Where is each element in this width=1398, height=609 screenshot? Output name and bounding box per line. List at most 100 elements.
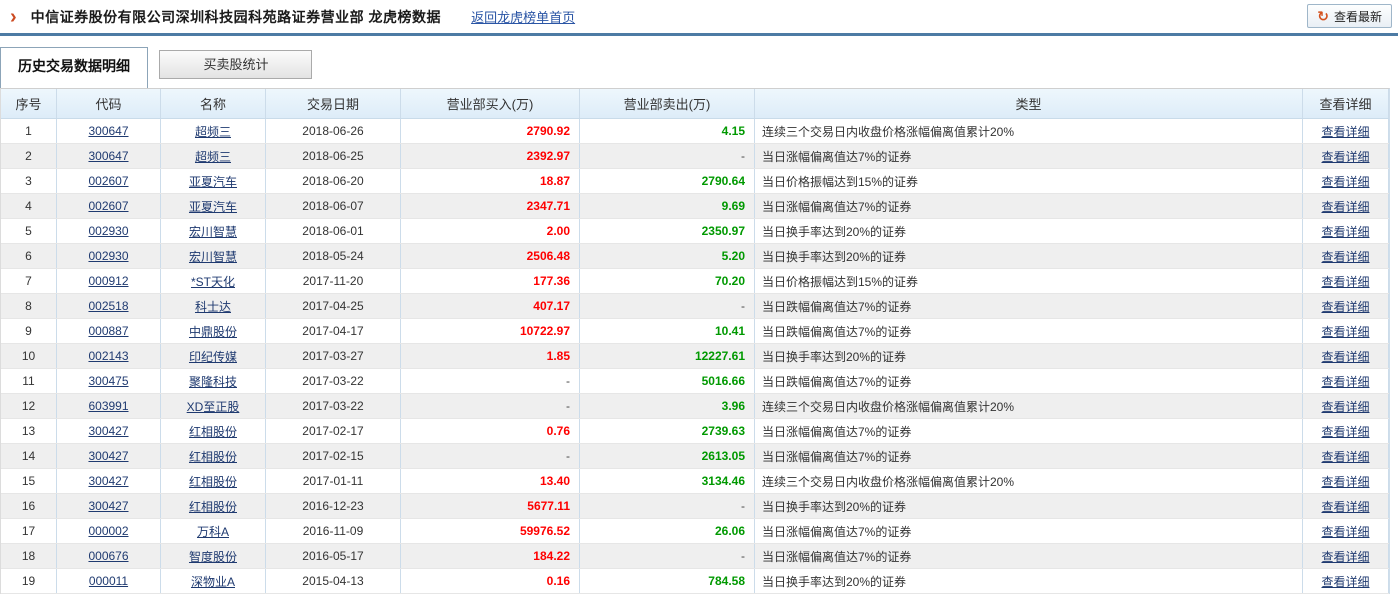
list-type: 连续三个交易日内收盘价格涨幅偏离值累计20% [755,119,1303,143]
trade-date: 2018-06-07 [266,194,401,218]
stock-code-link[interactable]: 002607 [88,199,128,213]
view-detail-link[interactable]: 查看详细 [1321,223,1369,240]
view-detail-link[interactable]: 查看详细 [1321,198,1369,215]
stock-name-link[interactable]: 聚隆科技 [189,373,237,390]
list-type: 当日换手率达到20%的证券 [755,344,1303,368]
list-type: 当日换手率达到20%的证券 [755,219,1303,243]
stock-name-link[interactable]: 智度股份 [189,548,237,565]
stock-name-link[interactable]: 印纪传媒 [189,348,237,365]
view-detail-link[interactable]: 查看详细 [1321,573,1369,590]
stock-name-link[interactable]: 红相股份 [189,448,237,465]
sell-amount: 12227.61 [580,344,755,368]
stock-name-link[interactable]: 宏川智慧 [189,248,237,265]
buy-amount: 407.17 [401,294,580,318]
view-detail-link[interactable]: 查看详细 [1321,448,1369,465]
sell-amount: 5.20 [580,244,755,268]
view-detail-link[interactable]: 查看详细 [1321,498,1369,515]
stock-name-link[interactable]: 科士达 [195,298,231,315]
stock-code-link[interactable]: 300427 [88,474,128,488]
stock-name-link[interactable]: 超频三 [195,148,231,165]
stock-code-link[interactable]: 002143 [88,349,128,363]
row-index: 8 [1,294,57,318]
tab-history-detail[interactable]: 历史交易数据明细 [0,47,148,88]
table-header-row: 序号 代码 名称 交易日期 营业部买入(万) 营业部卖出(万) 类型 查看详细 [1,89,1389,119]
stock-code-link[interactable]: 300427 [88,499,128,513]
stock-name-link[interactable]: 宏川智慧 [189,223,237,240]
view-detail-link[interactable]: 查看详细 [1321,473,1369,490]
sell-amount: 10.41 [580,319,755,343]
refresh-icon: ↻ [1317,9,1329,23]
stock-code-link[interactable]: 000002 [88,524,128,538]
trade-date: 2016-05-17 [266,544,401,568]
tab-trade-stats[interactable]: 买卖股统计 [159,50,312,79]
stock-code-link[interactable]: 000011 [89,574,128,588]
stock-code-link[interactable]: 603991 [88,399,128,413]
table-row: 1 300647 超频三 2018-06-26 2790.92 4.15 连续三… [1,119,1389,144]
list-type: 当日换手率达到20%的证券 [755,244,1303,268]
stock-code-link[interactable]: 002930 [88,224,128,238]
stock-name-link[interactable]: 红相股份 [189,473,237,490]
stock-name-link[interactable]: 超频三 [195,123,231,140]
stock-code-link[interactable]: 300475 [88,374,128,388]
stock-code-link[interactable]: 002607 [88,174,128,188]
view-detail-link[interactable]: 查看详细 [1321,273,1369,290]
view-detail-link[interactable]: 查看详细 [1321,298,1369,315]
view-detail-link[interactable]: 查看详细 [1321,148,1369,165]
buy-amount: 2.00 [401,219,580,243]
row-index: 7 [1,269,57,293]
table-row: 6 002930 宏川智慧 2018-05-24 2506.48 5.20 当日… [1,244,1389,269]
sell-amount: 2790.64 [580,169,755,193]
view-detail-link[interactable]: 查看详细 [1321,248,1369,265]
history-data-table: 序号 代码 名称 交易日期 营业部买入(万) 营业部卖出(万) 类型 查看详细 … [0,88,1390,594]
buy-amount: 13.40 [401,469,580,493]
stock-name-link[interactable]: XD至正股 [187,398,240,415]
table-row: 9 000887 中鼎股份 2017-04-17 10722.97 10.41 … [1,319,1389,344]
stock-code-link[interactable]: 000676 [88,549,128,563]
row-index: 15 [1,469,57,493]
stock-name-link[interactable]: 红相股份 [189,423,237,440]
view-detail-link[interactable]: 查看详细 [1321,548,1369,565]
sell-amount: - [580,294,755,318]
view-detail-link[interactable]: 查看详细 [1321,323,1369,340]
stock-code-link[interactable]: 300427 [88,449,128,463]
stock-name-link[interactable]: 深物业A [191,573,235,590]
stock-code-link[interactable]: 300427 [88,424,128,438]
sell-amount: 784.58 [580,569,755,593]
buy-amount: 2347.71 [401,194,580,218]
sell-amount: 2739.63 [580,419,755,443]
trade-date: 2017-03-22 [266,394,401,418]
stock-code-link[interactable]: 300647 [88,124,128,138]
stock-code-link[interactable]: 000912 [88,274,128,288]
stock-code-link[interactable]: 002930 [88,249,128,263]
stock-code-link[interactable]: 002518 [88,299,128,313]
back-to-list-home-link[interactable]: 返回龙虎榜单首页 [471,7,575,26]
stock-name-link[interactable]: 中鼎股份 [189,323,237,340]
stock-name-link[interactable]: 亚夏汽车 [189,173,237,190]
view-detail-link[interactable]: 查看详细 [1321,523,1369,540]
breadcrumb-arrow-icon: › [10,7,17,27]
sell-amount: 26.06 [580,519,755,543]
stock-name-link[interactable]: 红相股份 [189,498,237,515]
stock-name-link[interactable]: 亚夏汽车 [189,198,237,215]
row-index: 18 [1,544,57,568]
row-index: 16 [1,494,57,518]
stock-name-link[interactable]: *ST天化 [191,273,235,290]
list-type: 当日跌幅偏离值达7%的证券 [755,369,1303,393]
view-detail-link[interactable]: 查看详细 [1321,398,1369,415]
stock-code-link[interactable]: 000887 [88,324,128,338]
view-detail-link[interactable]: 查看详细 [1321,348,1369,365]
view-detail-link[interactable]: 查看详细 [1321,173,1369,190]
list-type: 当日涨幅偏离值达7%的证券 [755,519,1303,543]
stock-name-link[interactable]: 万科A [197,523,229,540]
view-detail-link[interactable]: 查看详细 [1321,423,1369,440]
col-header-type: 类型 [755,89,1303,118]
list-type: 当日涨幅偏离值达7%的证券 [755,194,1303,218]
stock-code-link[interactable]: 300647 [88,149,128,163]
buy-amount: - [401,369,580,393]
view-latest-button[interactable]: ↻ 查看最新 [1307,4,1392,28]
view-detail-link[interactable]: 查看详细 [1321,373,1369,390]
view-detail-link[interactable]: 查看详细 [1321,123,1369,140]
row-index: 9 [1,319,57,343]
table-row: 15 300427 红相股份 2017-01-11 13.40 3134.46 … [1,469,1389,494]
row-index: 13 [1,419,57,443]
